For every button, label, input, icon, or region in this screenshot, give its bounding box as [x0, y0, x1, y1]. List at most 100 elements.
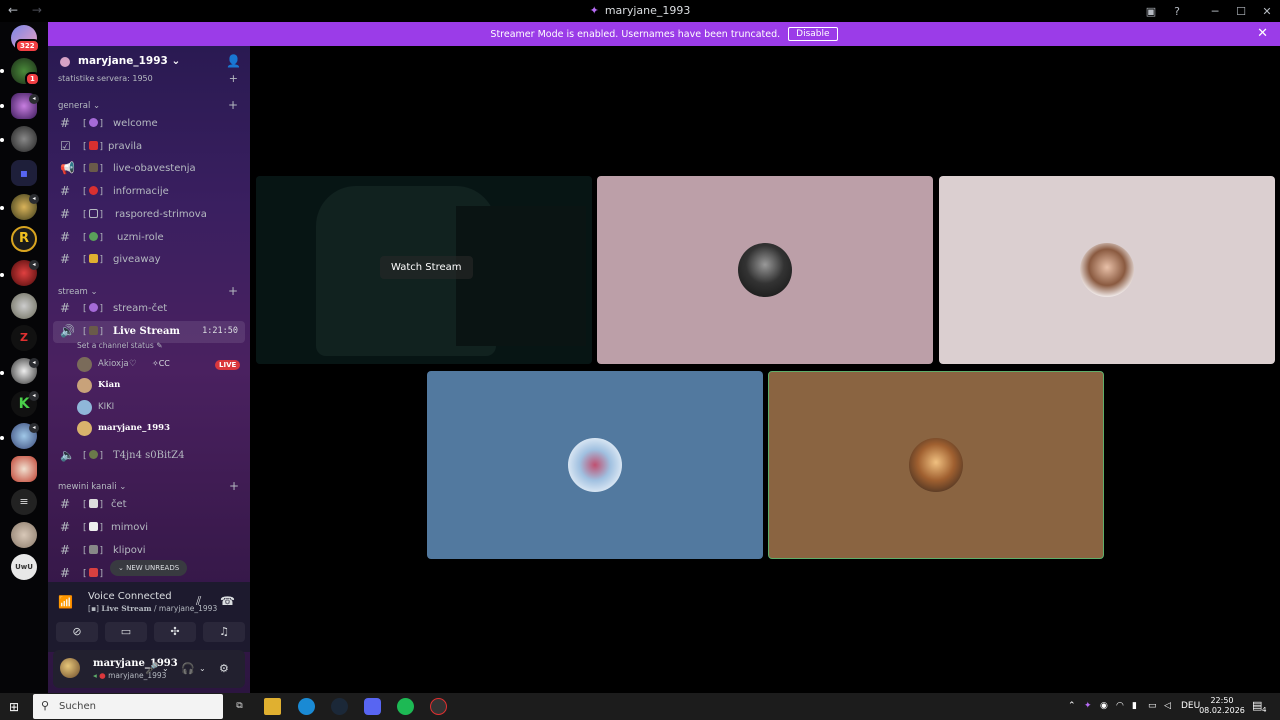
category-stream[interactable]: stream ⌄: [58, 287, 98, 297]
server-icon[interactable]: [11, 293, 37, 319]
wifi-icon[interactable]: ◠: [1116, 701, 1124, 711]
volume-icon: ◂: [29, 260, 39, 270]
disable-button[interactable]: Disable: [788, 27, 838, 41]
channel-stream-cet[interactable]: # [] stream-čet: [53, 298, 245, 320]
voice-channel-live-stream[interactable]: 🔊 [] Live Stream 1:21:50: [53, 321, 245, 343]
heart-icon: ♡: [129, 359, 137, 369]
discord-icon[interactable]: [364, 698, 381, 715]
edge-icon[interactable]: [298, 698, 315, 715]
video-tile[interactable]: [427, 371, 763, 559]
channel-cet[interactable]: # [] čet: [53, 494, 245, 516]
gear-icon[interactable]: ⚙: [219, 662, 229, 675]
channel-giveaway[interactable]: # [] giveaway: [53, 249, 245, 271]
add-channel-icon[interactable]: +: [228, 98, 238, 112]
server-name[interactable]: maryjane_1993 ⌄: [78, 55, 180, 67]
server-icon[interactable]: Z: [11, 325, 37, 351]
server-icon[interactable]: ≡: [11, 489, 37, 515]
channel-mimovi[interactable]: # [] mimovi: [53, 517, 245, 539]
microphone-icon[interactable]: 🎤: [145, 662, 159, 675]
voice-user[interactable]: Kian: [77, 377, 242, 395]
category-general[interactable]: general ⌄: [58, 101, 100, 111]
channel-status-prompt[interactable]: Set a channel status ✎: [77, 341, 162, 350]
noise-suppression-icon[interactable]: ⫽: [196, 594, 201, 609]
microphone-tray-icon[interactable]: ▮: [1132, 701, 1137, 711]
chevron-down-icon[interactable]: ⌄: [199, 664, 206, 673]
channel-live-obavestenja[interactable]: 📢 [] live-obavestenja: [53, 158, 245, 180]
taskbar-search[interactable]: ⚲ Suchen: [33, 694, 223, 719]
disconnect-icon[interactable]: ☎: [220, 594, 235, 608]
chevron-down-icon[interactable]: ⌄: [162, 664, 169, 673]
unread-dot: [0, 273, 4, 277]
channel-raspored-strimova[interactable]: # [] raspored-strimova: [53, 204, 245, 226]
volume-tray-icon[interactable]: ◁: [1164, 701, 1171, 711]
video-tile[interactable]: [939, 176, 1275, 364]
video-tile[interactable]: [597, 176, 933, 364]
window-title-text: maryjane_1993: [604, 4, 691, 17]
channel-uzmi-role[interactable]: # [] uzmi-role: [53, 227, 245, 249]
chevron-down-icon: ⌄: [93, 101, 101, 111]
signal-icon[interactable]: 📶: [58, 595, 73, 609]
folder-icon[interactable]: ▪: [11, 160, 37, 186]
add-channel-icon[interactable]: +: [229, 72, 238, 85]
camera-off-button[interactable]: ⊘: [56, 622, 98, 642]
channel-label: Live Stream: [113, 326, 181, 337]
channel-label: informacije: [113, 186, 169, 197]
close-window-button[interactable]: ✕: [1254, 5, 1280, 18]
avatar: [77, 421, 92, 436]
search-placeholder: Suchen: [59, 701, 97, 712]
steam-icon[interactable]: [331, 698, 348, 715]
close-banner-icon[interactable]: ✕: [1257, 26, 1268, 41]
hash-icon: #: [60, 252, 71, 266]
taskbar-clock[interactable]: 22:50 08.02.2026: [1196, 696, 1248, 716]
soundboard-button[interactable]: ♫: [203, 622, 245, 642]
voice-channel-t4jn4[interactable]: 🔈 [] T4jn4 s0BitZ4: [53, 445, 245, 467]
server-icon[interactable]: [11, 522, 37, 548]
category-statistics[interactable]: statistike servera: 1950: [58, 74, 153, 83]
maximize-button[interactable]: ☐: [1228, 5, 1254, 18]
user-avatar[interactable]: [60, 658, 80, 678]
server-icon[interactable]: [11, 456, 37, 482]
spotify-icon[interactable]: [397, 698, 414, 715]
windows-start-icon[interactable]: ⊞: [9, 700, 19, 714]
watch-stream-button[interactable]: Watch Stream: [380, 256, 473, 279]
channel-welcome[interactable]: # [] welcome: [53, 113, 245, 135]
video-tile-speaking[interactable]: [768, 371, 1104, 559]
channel-informacije[interactable]: # [] informacije: [53, 181, 245, 203]
network-icon[interactable]: ▭: [1148, 701, 1157, 711]
task-view-icon[interactable]: ⧉: [231, 698, 248, 715]
new-unreads-pill[interactable]: ⌄ NEW UNREADS: [110, 560, 188, 576]
emoji-prefix: []: [83, 303, 104, 314]
steam-tray-icon[interactable]: ◉: [1100, 701, 1108, 711]
minimize-button[interactable]: ─: [1202, 5, 1228, 18]
server-icon[interactable]: R: [11, 226, 37, 252]
inbox-icon[interactable]: ▣: [1138, 5, 1164, 18]
stream-preview-tile[interactable]: Watch Stream: [256, 176, 592, 364]
app-icon[interactable]: [430, 698, 447, 715]
channel-label: mimovi: [111, 522, 149, 533]
streamer-mode-banner: Streamer Mode is enabled. Usernames have…: [48, 22, 1280, 46]
voice-user[interactable]: maryjane_1993: [77, 420, 242, 438]
hash-icon: #: [60, 301, 71, 315]
notifications-icon[interactable]: ▤: [1252, 699, 1262, 712]
activities-button[interactable]: ✣: [154, 622, 196, 642]
add-user-icon[interactable]: 👤: [226, 54, 241, 68]
server-icon[interactable]: [11, 126, 37, 152]
tray-overflow-icon[interactable]: ⌃: [1068, 701, 1076, 711]
share-screen-button[interactable]: ▭: [105, 622, 147, 642]
voice-server-name: maryjane_1993: [158, 604, 218, 613]
channel-pravila[interactable]: ☑ [] pravila: [53, 136, 245, 158]
headphones-icon[interactable]: 🎧: [181, 662, 195, 675]
windows-taskbar: ⊞ ⚲ Suchen ⧉ ⌃ ✦ ◉ ◠ ▮ ▭ ◁ DEU 22:50 08.…: [0, 693, 1280, 720]
category-label: general: [58, 101, 91, 111]
server-icon[interactable]: UwU: [11, 554, 37, 580]
add-channel-icon[interactable]: +: [228, 284, 238, 298]
help-icon[interactable]: ?: [1164, 5, 1190, 18]
voice-user[interactable]: Akioxja ♡ ✧CC LIVE: [77, 356, 242, 374]
voice-connected-status[interactable]: Voice Connected: [88, 591, 172, 602]
channel-klipovi[interactable]: # [] klipovi: [53, 540, 245, 562]
category-mewini-kanali[interactable]: mewini kanali ⌄: [58, 482, 126, 492]
file-explorer-icon[interactable]: [264, 698, 281, 715]
voice-user[interactable]: KIKI: [77, 399, 242, 417]
chevron-down-icon: ⌄: [171, 55, 181, 67]
discord-tray-icon[interactable]: ✦: [1084, 701, 1092, 711]
